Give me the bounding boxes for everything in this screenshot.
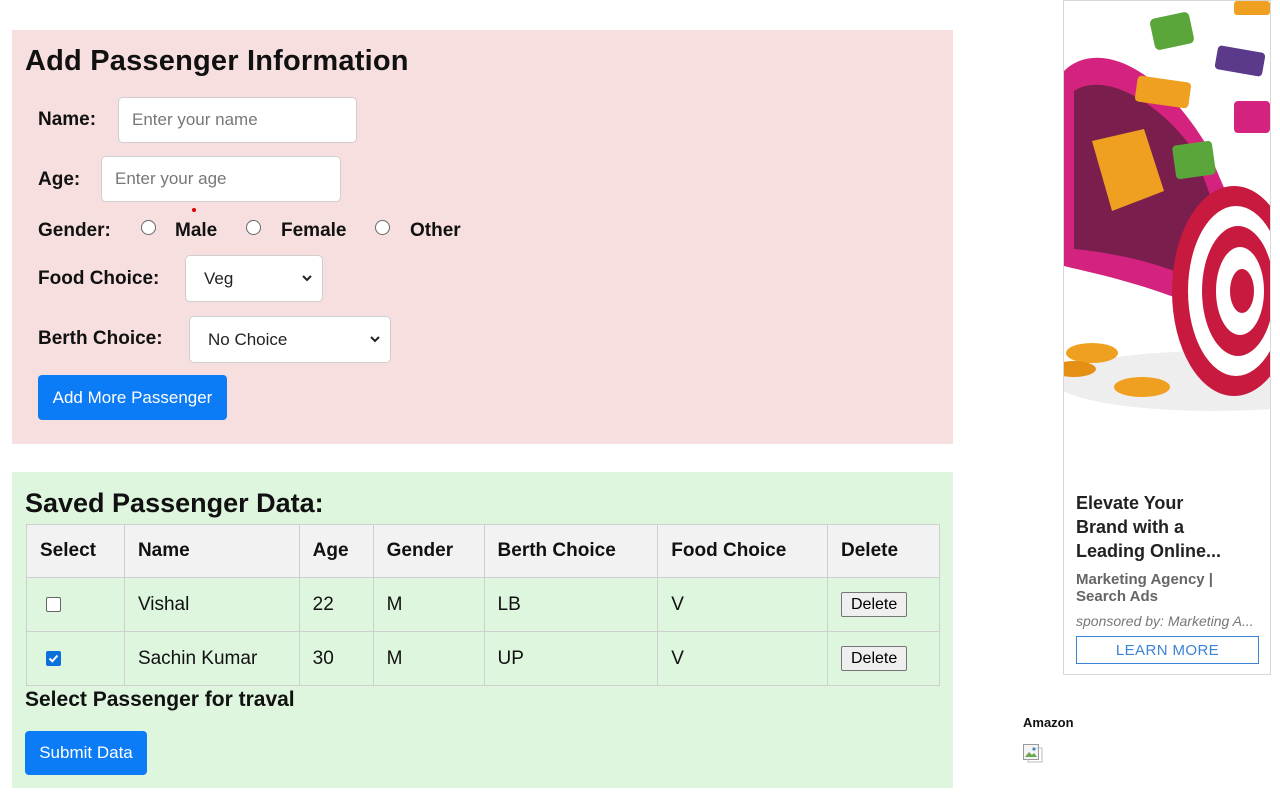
column-header-name: Name [123,524,300,578]
chevron-down-icon [302,275,312,282]
gender-radio-male[interactable] [141,220,156,235]
berth-choice-select[interactable]: No Choice [189,316,391,363]
name-label: Name: [38,109,97,130]
gender-option-other[interactable]: Other [410,220,461,242]
berth-cell: LB [483,577,659,632]
megaphone-target-illustration [1064,1,1270,471]
food-cell: V [657,631,828,686]
berth-cell: UP [483,631,659,686]
name-input[interactable] [118,97,357,143]
learn-more-button[interactable]: LEARN MORE [1076,636,1259,664]
delete-cell: Delete [827,577,940,632]
column-header-age: Age [298,524,374,578]
ad-advertiser: Marketing Agency | Search Ads [1076,571,1214,605]
gender-option-female[interactable]: Female [281,220,346,242]
food-choice-label: Food Choice: [38,268,160,289]
delete-cell: Delete [827,631,940,686]
column-header-gender: Gender [372,524,485,578]
age-input[interactable] [101,156,341,202]
table-row: Sachin Kumar 30 M UP V Delete [26,631,940,686]
chevron-down-icon [370,336,380,343]
saved-passenger-panel: Saved Passenger Data: Select Name Age Ge… [12,472,953,788]
add-passenger-form: Add Passenger Information Name: Age: Gen… [12,30,953,444]
column-header-delete: Delete [827,524,940,578]
gender-option-male[interactable]: Male [175,220,217,242]
name-cell: Vishal [123,577,300,632]
delete-button[interactable]: Delete [841,592,908,617]
red-dot-marker [192,208,196,212]
ad-headline[interactable]: Elevate Your Brand with a Leading Online… [1076,491,1262,563]
sponsored-ad[interactable]: Elevate Your Brand with a Leading Online… [1063,0,1271,675]
column-header-berth-choice: Berth Choice [483,524,659,578]
submit-data-button[interactable]: Submit Data [25,731,147,775]
passenger-table: Select Name Age Gender Berth Choice Food… [26,524,940,686]
berth-choice-value: No Choice [208,330,288,349]
age-label: Age: [38,169,81,190]
row-select-checkbox[interactable] [46,596,61,612]
age-cell: 22 [298,577,374,632]
age-cell: 30 [298,631,374,686]
add-more-passenger-button[interactable]: Add More Passenger [38,375,227,420]
select-cell [26,631,125,686]
row-select-checkbox[interactable] [46,650,61,666]
checkmark-icon [48,654,59,663]
form-title: Add Passenger Information [25,45,409,77]
saved-data-title: Saved Passenger Data: [25,488,324,518]
delete-button[interactable]: Delete [841,646,908,671]
food-cell: V [657,577,828,632]
column-header-select: Select [26,524,125,578]
gender-radio-female[interactable] [246,220,261,235]
food-choice-value: Veg [204,269,234,288]
select-cell [26,577,125,632]
broken-image-icon[interactable] [1023,744,1043,763]
amazon-label: Amazon [1023,715,1074,730]
gender-cell: M [372,631,485,686]
food-choice-select[interactable]: Veg [185,255,323,302]
gender-radio-other[interactable] [375,220,390,235]
table-header-row: Select Name Age Gender Berth Choice Food… [26,524,940,578]
column-header-food-choice: Food Choice [657,524,828,578]
select-passenger-hint: Select Passenger for traval [25,688,295,711]
berth-choice-label: Berth Choice: [38,328,163,349]
gender-label: Gender: [38,220,111,241]
table-row: Vishal 22 M LB V Delete [26,577,940,632]
gender-cell: M [372,577,485,632]
ad-sponsor-text: sponsored by: Marketing A... [1076,613,1254,629]
name-cell: Sachin Kumar [123,631,300,686]
